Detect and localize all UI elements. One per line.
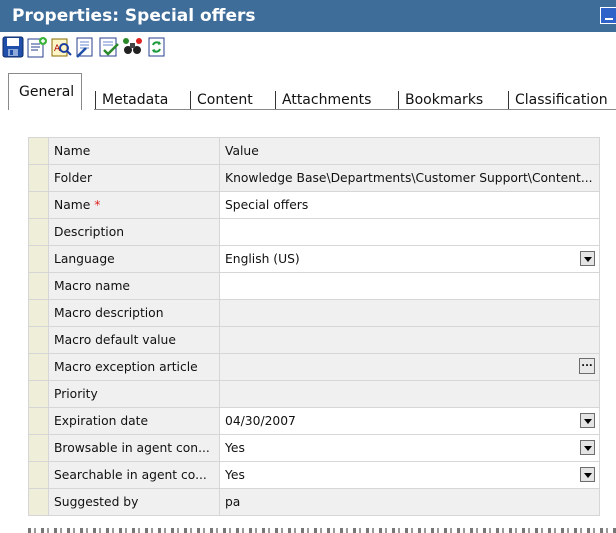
row-selector[interactable] (28, 434, 49, 462)
column-header-value: Value (219, 137, 600, 165)
property-row-suggested-by: Suggested by pa (28, 488, 600, 516)
tab-content[interactable]: Content (190, 91, 259, 110)
row-selector[interactable] (28, 191, 49, 219)
tab-bookmarks[interactable]: Bookmarks (398, 91, 489, 110)
property-name: Language (48, 245, 220, 273)
property-name: Priority (48, 380, 220, 408)
chevron-down-icon[interactable] (580, 467, 595, 482)
minimize-button[interactable] (600, 7, 616, 24)
column-header-name: Name (48, 137, 220, 165)
name-field[interactable]: Special offers (219, 191, 600, 219)
property-row-priority: Priority (28, 380, 600, 408)
required-marker: * (94, 198, 101, 212)
property-row-macro-description: Macro description (28, 299, 600, 327)
window-title: Properties: Special offers (12, 6, 256, 26)
property-row-expiration-date: Expiration date 04/30/2007 (28, 407, 600, 435)
property-row-macro-exception-article: Macro exception article ... (28, 353, 600, 381)
grid-header-row: Name Value (28, 137, 600, 165)
row-selector[interactable] (28, 164, 49, 192)
row-selector[interactable] (28, 299, 49, 327)
macro-description-value (219, 299, 600, 327)
tab-metadata[interactable]: Metadata (95, 91, 174, 110)
browsable-select[interactable]: Yes (219, 434, 600, 462)
property-row-macro-name: Macro name (28, 272, 600, 300)
property-name: Description (48, 218, 220, 246)
find-replace-icon[interactable]: A (50, 36, 72, 58)
property-row-description: Description (28, 218, 600, 246)
property-name: Macro default value (48, 326, 220, 354)
toolbar: A (0, 32, 616, 62)
row-selector (28, 137, 49, 165)
expiration-date-select[interactable]: 04/30/2007 (219, 407, 600, 435)
row-selector[interactable] (28, 461, 49, 489)
row-selector[interactable] (28, 326, 49, 354)
property-name: Macro name (48, 272, 220, 300)
property-row-folder: Folder Knowledge Base\Departments\Custom… (28, 164, 600, 192)
chevron-down-icon[interactable] (580, 413, 595, 428)
edit-note-icon[interactable] (26, 36, 48, 58)
property-name: Searchable in agent co... (48, 461, 220, 489)
macro-exception-article-value: ... (219, 353, 600, 381)
row-selector[interactable] (28, 407, 49, 435)
row-selector[interactable] (28, 245, 49, 273)
property-row-language: Language English (US) (28, 245, 600, 273)
property-name: Name * (48, 191, 220, 219)
property-name: Expiration date (48, 407, 220, 435)
property-row-name: Name * Special offers (28, 191, 600, 219)
property-name: Folder (48, 164, 220, 192)
cropped-content-strip (28, 528, 616, 533)
property-name: Browsable in agent con... (48, 434, 220, 462)
tab-general[interactable]: General (8, 73, 83, 110)
chevron-down-icon[interactable] (580, 251, 595, 266)
property-name: Macro description (48, 299, 220, 327)
binoculars-icon[interactable] (122, 36, 144, 58)
edit-document-icon[interactable] (74, 36, 96, 58)
tab-classification[interactable]: Classification (508, 91, 614, 110)
properties-grid: Name Value Folder Knowledge Base\Departm… (28, 137, 600, 516)
row-selector[interactable] (28, 380, 49, 408)
refresh-icon[interactable] (146, 36, 168, 58)
property-name: Macro exception article (48, 353, 220, 381)
priority-value (219, 380, 600, 408)
check-spelling-icon[interactable] (98, 36, 120, 58)
row-selector[interactable] (28, 272, 49, 300)
save-icon[interactable] (2, 36, 24, 58)
description-field[interactable] (219, 218, 600, 246)
property-name: Suggested by (48, 488, 220, 516)
row-selector[interactable] (28, 218, 49, 246)
language-select[interactable]: English (US) (219, 245, 600, 273)
searchable-select[interactable]: Yes (219, 461, 600, 489)
property-row-browsable: Browsable in agent con... Yes (28, 434, 600, 462)
property-row-searchable: Searchable in agent co... Yes (28, 461, 600, 489)
title-bar: Properties: Special offers (0, 0, 616, 32)
chevron-down-icon[interactable] (580, 440, 595, 455)
tab-attachments[interactable]: Attachments (275, 91, 377, 110)
tab-bar: General Metadata Content Attachments Boo… (0, 64, 616, 110)
browse-button[interactable]: ... (579, 358, 595, 374)
row-selector[interactable] (28, 353, 49, 381)
tab-divider (94, 109, 616, 110)
row-selector[interactable] (28, 488, 49, 516)
property-row-macro-default-value: Macro default value (28, 326, 600, 354)
folder-value: Knowledge Base\Departments\Customer Supp… (219, 164, 600, 192)
macro-default-value (219, 326, 600, 354)
macro-name-field[interactable] (219, 272, 600, 300)
suggested-by-value: pa (219, 488, 600, 516)
